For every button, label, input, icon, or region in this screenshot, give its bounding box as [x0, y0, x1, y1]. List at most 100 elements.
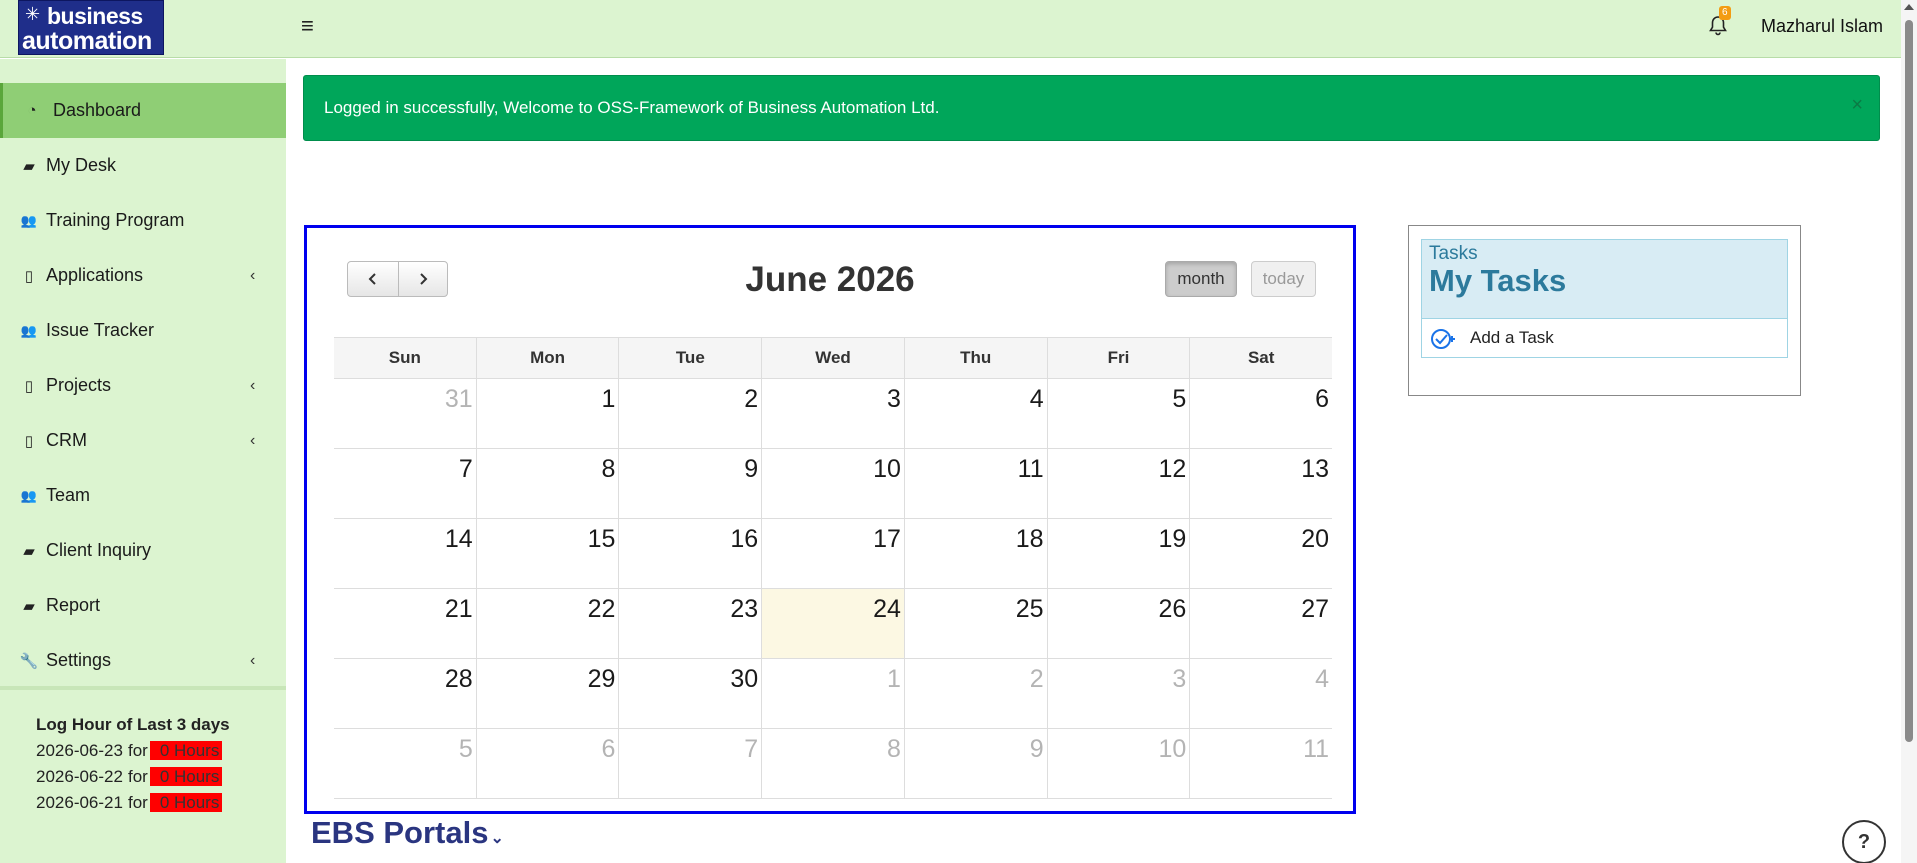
chevron-down-icon: ⌄: [490, 830, 504, 847]
tasks-label: Tasks: [1429, 243, 1478, 264]
sidebar-item-settings[interactable]: 🔧 Settings ‹: [0, 633, 286, 688]
month-view-button[interactable]: month: [1165, 261, 1237, 297]
calendar-day[interactable]: 4: [903, 379, 1047, 448]
calendar-day[interactable]: 3: [1046, 659, 1190, 728]
sidebar-item-issue-tracker[interactable]: 👥 Issue Tracker: [0, 303, 286, 358]
book-icon: ▰: [23, 542, 35, 560]
log-connector: for: [127, 793, 148, 812]
my-tasks-title: My Tasks: [1429, 263, 1567, 298]
sidebar-item-crm[interactable]: ▯ CRM ‹: [0, 413, 286, 468]
chevron-left-icon: ‹: [250, 651, 256, 669]
file-icon: ▯: [24, 377, 34, 395]
chevron-left-icon: ‹: [250, 376, 256, 394]
calendar-day[interactable]: 11: [903, 449, 1047, 518]
sidebar-item-dashboard[interactable]: ◔ Dashboard: [0, 83, 286, 138]
calendar-week-row: 28 29 30 1 2 3 4: [334, 659, 1332, 729]
calendar-day[interactable]: 30: [618, 659, 761, 728]
log-date: 2026-06-21: [36, 793, 123, 812]
weekday-thu: Thu: [903, 338, 1047, 378]
sidebar-item-applications[interactable]: ▯ Applications ‹: [0, 248, 286, 303]
calendar-day[interactable]: 31: [334, 379, 476, 448]
calendar-day[interactable]: 5: [1046, 379, 1190, 448]
calendar-day[interactable]: 13: [1189, 449, 1332, 518]
calendar-week-row: 5 6 7 8 9 10 11: [334, 729, 1332, 799]
calendar-day[interactable]: 11: [1189, 729, 1332, 798]
log-hour-row: 2026-06-22 for 0 Hours: [36, 767, 223, 787]
sidebar-item-label: Issue Tracker: [46, 320, 155, 340]
weekday-wed: Wed: [761, 338, 904, 378]
weekday-sat: Sat: [1189, 338, 1332, 378]
logo-line2: automation: [22, 27, 152, 55]
file-icon: ▯: [24, 432, 34, 450]
calendar-day[interactable]: 29: [475, 659, 619, 728]
chevron-left-icon: ‹: [250, 266, 256, 284]
calendar-day[interactable]: 9: [903, 729, 1047, 798]
users-icon: 👥: [20, 212, 38, 228]
calendar-day-today[interactable]: 24: [761, 589, 904, 658]
calendar-day[interactable]: 18: [903, 519, 1047, 588]
help-button[interactable]: ?: [1842, 820, 1886, 863]
ebs-portals-toggle[interactable]: EBS Portals ⌄: [311, 815, 504, 851]
calendar-day[interactable]: 26: [1046, 589, 1190, 658]
top-header: ✳ business automation ≡ 6 Mazharul Islam: [0, 0, 1917, 58]
weekday-tue: Tue: [618, 338, 761, 378]
calendar-day[interactable]: 5: [334, 729, 476, 798]
sidebar-item-report[interactable]: ▰ Report: [0, 578, 286, 633]
scrollbar-thumb[interactable]: [1905, 20, 1913, 742]
log-hours-badge: 0 Hours: [149, 767, 223, 786]
calendar-day[interactable]: 15: [475, 519, 619, 588]
page-scrollbar[interactable]: [1901, 0, 1917, 863]
calendar-day[interactable]: 21: [334, 589, 476, 658]
close-icon[interactable]: ×: [1851, 94, 1863, 117]
sidebar-item-my-desk[interactable]: ▰ My Desk: [0, 138, 286, 193]
today-button[interactable]: today: [1251, 261, 1316, 297]
calendar-day[interactable]: 10: [1046, 729, 1190, 798]
users-icon: 👥: [20, 487, 38, 503]
calendar-day[interactable]: 25: [903, 589, 1047, 658]
dashboard-icon: ◔: [27, 102, 37, 119]
calendar-day[interactable]: 28: [334, 659, 476, 728]
calendar-day[interactable]: 20: [1189, 519, 1332, 588]
add-task-button[interactable]: Add a Task: [1422, 319, 1787, 357]
calendar-day[interactable]: 19: [1046, 519, 1190, 588]
calendar-day[interactable]: 3: [761, 379, 904, 448]
scroll-up-icon[interactable]: [1904, 4, 1914, 10]
weekday-mon: Mon: [475, 338, 619, 378]
sidebar-item-training-program[interactable]: 👥 Training Program: [0, 193, 286, 248]
log-hours-badge: 0 Hours: [149, 793, 223, 812]
calendar-day[interactable]: 9: [618, 449, 761, 518]
sidebar-item-label: Team: [46, 485, 91, 505]
chevron-left-icon: ‹: [250, 431, 256, 449]
calendar-day[interactable]: 7: [618, 729, 761, 798]
business-automation-logo[interactable]: ✳ business automation: [18, 0, 164, 55]
calendar-day[interactable]: 14: [334, 519, 476, 588]
log-connector: for: [127, 741, 148, 760]
calendar-day[interactable]: 1: [761, 659, 904, 728]
menu-toggle-icon[interactable]: ≡: [301, 13, 314, 39]
sidebar-item-client-inquiry[interactable]: ▰ Client Inquiry: [0, 523, 286, 578]
calendar-day[interactable]: 12: [1046, 449, 1190, 518]
calendar-day[interactable]: 4: [1189, 659, 1332, 728]
calendar-day[interactable]: 6: [1189, 379, 1332, 448]
calendar-day[interactable]: 27: [1189, 589, 1332, 658]
calendar-day[interactable]: 6: [475, 729, 619, 798]
add-task-icon: [1431, 329, 1455, 349]
sidebar-item-team[interactable]: 👥 Team: [0, 468, 286, 523]
calendar-day[interactable]: 1: [475, 379, 619, 448]
sidebar-item-projects[interactable]: ▯ Projects ‹: [0, 358, 286, 413]
calendar-day[interactable]: 10: [761, 449, 904, 518]
calendar-day[interactable]: 8: [475, 449, 619, 518]
user-name-menu[interactable]: Mazharul Islam: [1761, 16, 1883, 37]
tasks-header: Tasks My Tasks: [1422, 240, 1787, 319]
calendar-day[interactable]: 17: [761, 519, 904, 588]
calendar-day[interactable]: 16: [618, 519, 761, 588]
calendar-day[interactable]: 22: [475, 589, 619, 658]
calendar-day[interactable]: 7: [334, 449, 476, 518]
sidebar-item-label: Training Program: [46, 210, 185, 230]
star-icon: ✳: [25, 4, 41, 24]
calendar-day[interactable]: 8: [761, 729, 904, 798]
calendar-day[interactable]: 2: [618, 379, 761, 448]
calendar-day[interactable]: 2: [903, 659, 1047, 728]
alert-message: Logged in successfully, Welcome to OSS-F…: [324, 98, 940, 117]
calendar-day[interactable]: 23: [618, 589, 761, 658]
